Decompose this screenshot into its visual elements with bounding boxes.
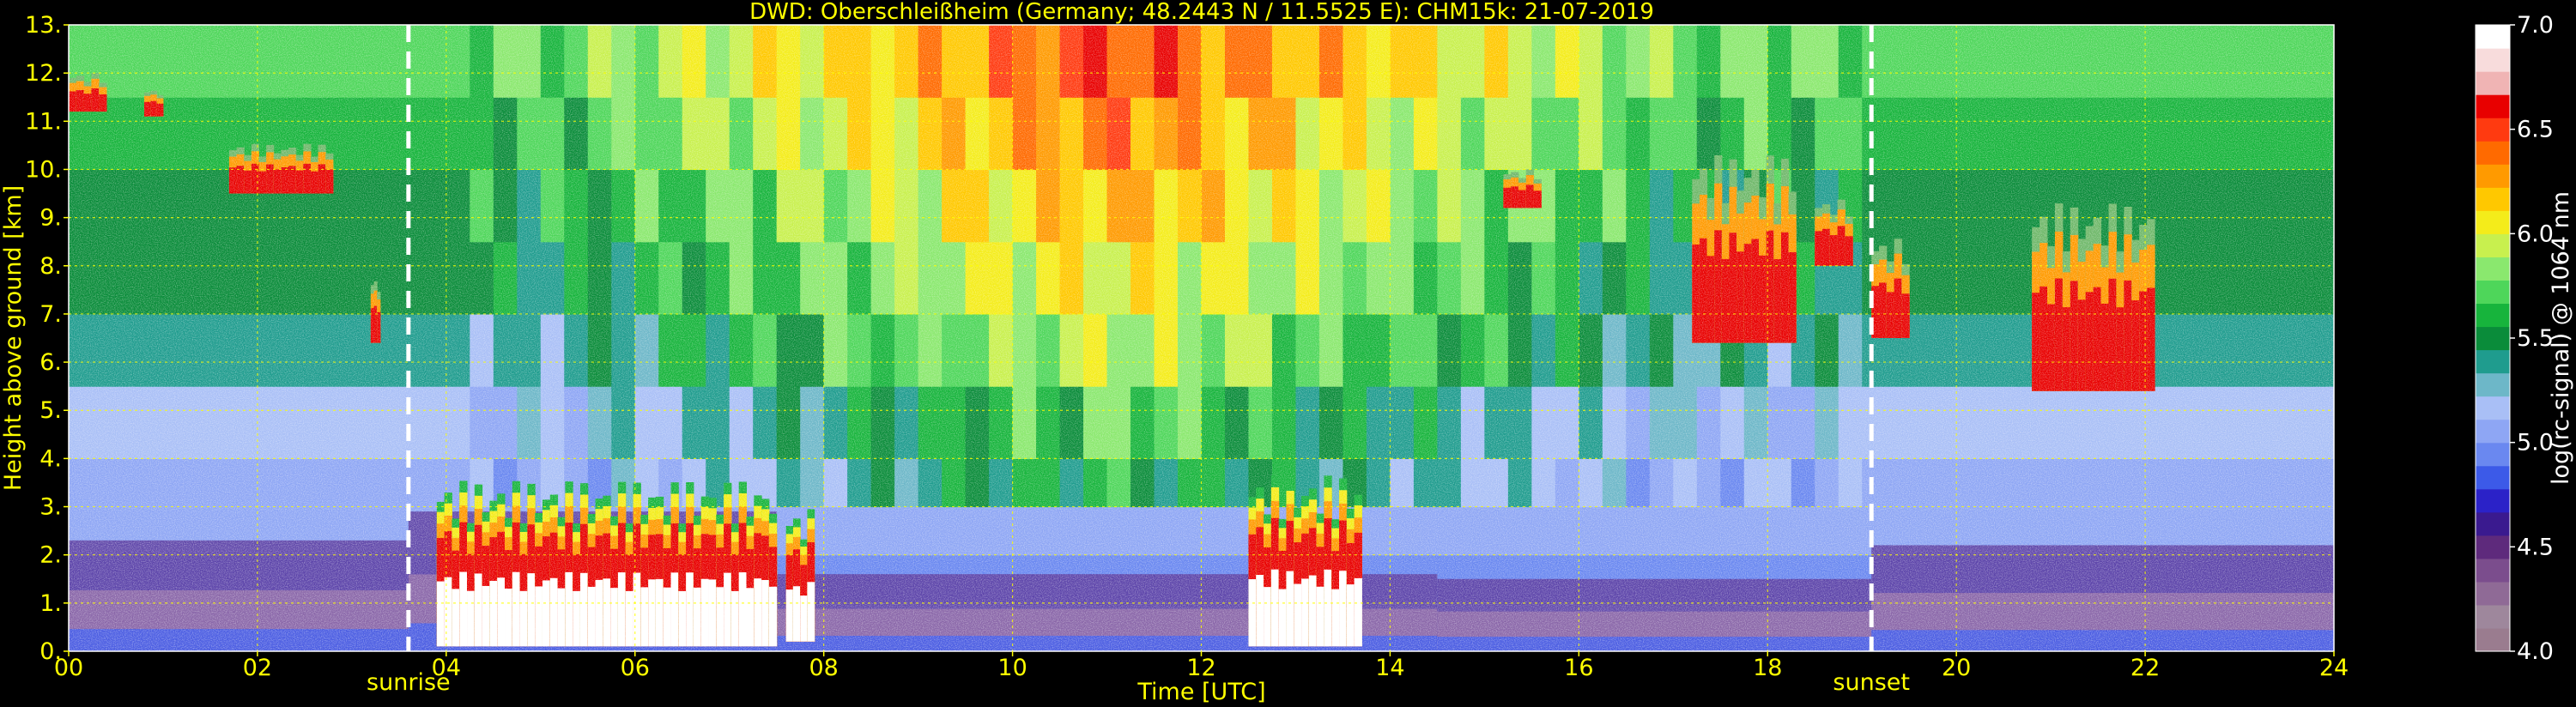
y-tick-label: 2. (39, 542, 62, 569)
y-axis-label: Height above ground [km] (0, 185, 27, 491)
y-tick-label: 0. (39, 638, 62, 665)
x-tick-label: 10 (997, 655, 1027, 681)
y-tick-label: 3. (39, 494, 62, 521)
colorbar-tick-label: 6.5 (2517, 117, 2554, 143)
colorbar-swatch (2476, 280, 2510, 305)
colorbar-swatch (2476, 511, 2510, 536)
y-tick-label: 8. (39, 253, 62, 280)
colorbar-swatch (2476, 303, 2510, 328)
ceilometer-figure: sunrise sunset 00 02 04 06 08 10 12 14 16 18 20 22 24… (0, 0, 2574, 705)
y-tick-label: 9. (39, 205, 62, 232)
x-tick-label: 04 (432, 655, 461, 681)
colorbar-swatch (2476, 488, 2510, 513)
colorbar-swatch (2476, 48, 2510, 72)
colorbar-swatch (2476, 419, 2510, 444)
colorbar-swatch (2476, 558, 2510, 583)
y-tick-label: 4. (39, 445, 62, 472)
x-tick-label: 16 (1564, 655, 1593, 681)
colorbar-swatch (2476, 396, 2510, 420)
colorbar-swatch (2476, 233, 2510, 257)
x-tick-label: 14 (1375, 655, 1404, 681)
y-tick-label: 11. (25, 108, 62, 135)
x-tick-label: 22 (2131, 655, 2160, 681)
y-tick-label: 5. (39, 397, 62, 424)
y-tick-label: 6. (39, 349, 62, 376)
x-tick-label: 12 (1186, 655, 1215, 681)
y-tick-label: 1. (39, 590, 62, 617)
colorbar-swatch (2476, 164, 2510, 188)
sun-marker-label: sunset (1833, 669, 1910, 696)
colorbar-swatch (2476, 118, 2510, 142)
colorbar-swatch (2476, 326, 2510, 351)
colorbar-label: log(rc-signal) @ 1064 nm (2548, 191, 2574, 485)
colorbar-swatch (2476, 465, 2510, 490)
y-tick-label: 10. (25, 156, 62, 183)
colorbar-tick-label: 7.0 (2517, 12, 2554, 39)
x-axis-label: Time [UTC] (1136, 679, 1265, 705)
y-tick-label: 12. (25, 60, 62, 87)
colorbar-swatch (2476, 94, 2510, 118)
colorbar-tick-label: 4.0 (2517, 638, 2554, 665)
colorbar-swatch (2476, 535, 2510, 559)
colorbar-swatch (2476, 372, 2510, 397)
x-tick-label: 08 (809, 655, 838, 681)
y-tick-label: 7. (39, 301, 62, 328)
colorbar-swatch (2476, 627, 2510, 652)
x-tick-label: 18 (1753, 655, 1782, 681)
x-tick-label: 24 (2319, 655, 2349, 681)
x-tick-label: 20 (1942, 655, 1971, 681)
colorbar-swatch (2476, 442, 2510, 467)
colorbar-swatch (2476, 257, 2510, 281)
colorbar-swatch (2476, 71, 2510, 95)
colorbar-swatch (2476, 581, 2510, 606)
colorbar: 4.04.55.05.56.06.57.0 (2475, 12, 2554, 665)
colorbar-swatch (2476, 210, 2510, 234)
colorbar-swatch (2476, 349, 2510, 374)
x-tick-label: 02 (243, 655, 272, 681)
colorbar-swatch (2476, 187, 2510, 211)
colorbar-swatch (2476, 604, 2510, 629)
x-tick-label: 06 (621, 655, 650, 681)
y-tick-label: 13. (25, 12, 62, 39)
colorbar-tick-label: 4.5 (2517, 534, 2554, 560)
colorbar-swatch (2476, 141, 2510, 165)
y-axis-ticks: 0. 1. 2. 3. 4. 5. 6. 7. 8. 9. 10. 11. 12. 13. (25, 12, 69, 665)
chart-title: DWD: Oberschleißheim (Germany; 48.2443 N… (749, 0, 1654, 25)
colorbar-swatch (2476, 25, 2510, 49)
